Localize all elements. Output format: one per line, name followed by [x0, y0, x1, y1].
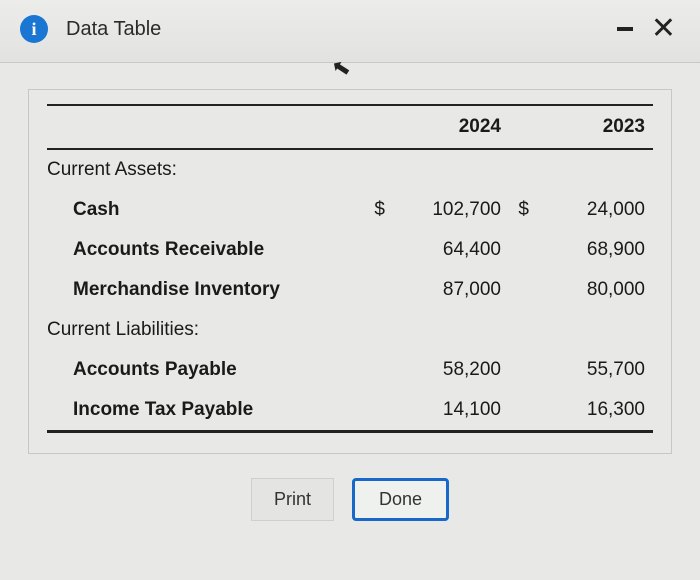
header-label [47, 105, 365, 149]
row-value: 16,300 [533, 390, 653, 432]
window-title: Data Table [66, 18, 617, 41]
print-button[interactable]: Print [251, 478, 334, 521]
dialog-window: i Data Table ✕ ⬉ 2024 2023 [0, 0, 700, 580]
done-button[interactable]: Done [352, 478, 449, 521]
close-icon[interactable]: ✕ [647, 14, 680, 44]
window-controls: ✕ [617, 14, 680, 44]
row-value: 55,700 [533, 350, 653, 390]
dialog-footer: Print Done [28, 454, 672, 531]
minimize-icon[interactable] [617, 27, 633, 31]
section-label: Current Assets: [47, 149, 653, 190]
info-icon: i [20, 15, 48, 43]
row-label: Cash [47, 190, 365, 230]
row-value: 80,000 [533, 270, 653, 310]
currency-symbol: $ [365, 190, 389, 230]
row-value: 58,200 [389, 350, 509, 390]
section-current-liabilities: Current Liabilities: [47, 310, 653, 350]
data-table-container: 2024 2023 Current Assets: Cash $ 102,700… [28, 89, 672, 454]
row-value: 68,900 [533, 230, 653, 270]
row-value: 102,700 [389, 190, 509, 230]
table-row: Accounts Payable 58,200 55,700 [47, 350, 653, 390]
row-value: 24,000 [533, 190, 653, 230]
row-value: 64,400 [389, 230, 509, 270]
row-label: Income Tax Payable [47, 390, 365, 432]
data-table: 2024 2023 Current Assets: Cash $ 102,700… [47, 104, 653, 433]
table-row: Income Tax Payable 14,100 16,300 [47, 390, 653, 432]
row-label: Accounts Receivable [47, 230, 365, 270]
header-year-1: 2024 [389, 105, 509, 149]
row-value: 14,100 [389, 390, 509, 432]
section-label: Current Liabilities: [47, 310, 653, 350]
currency-symbol: $ [509, 190, 533, 230]
row-label: Accounts Payable [47, 350, 365, 390]
table-row: Merchandise Inventory 87,000 80,000 [47, 270, 653, 310]
row-label: Merchandise Inventory [47, 270, 365, 310]
section-current-assets: Current Assets: [47, 149, 653, 190]
table-row: Cash $ 102,700 $ 24,000 [47, 190, 653, 230]
content-area: ⬉ 2024 2023 Current Assets: [0, 63, 700, 580]
row-value: 87,000 [389, 270, 509, 310]
table-row: Accounts Receivable 64,400 68,900 [47, 230, 653, 270]
header-year-2: 2023 [533, 105, 653, 149]
table-header-row: 2024 2023 [47, 105, 653, 149]
titlebar: i Data Table ✕ [0, 0, 700, 63]
